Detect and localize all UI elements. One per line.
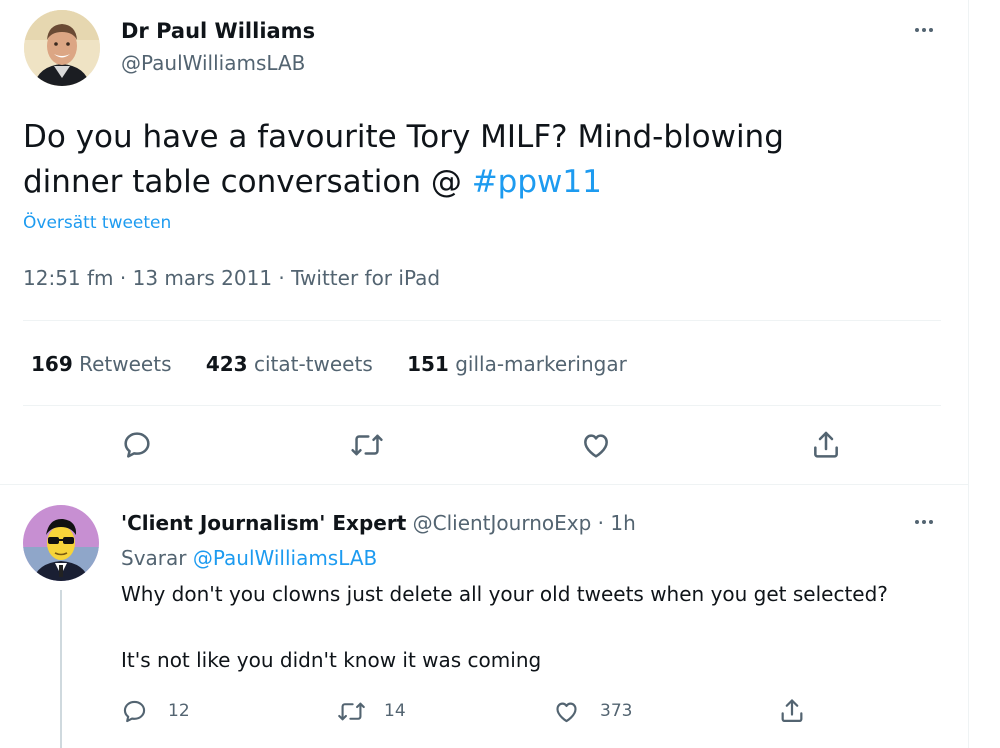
like-count: 373 <box>600 701 633 721</box>
reply-author-handle[interactable]: @ClientJournoExp <box>413 511 592 535</box>
replying-to: Svarar @PaulWilliamsLAB <box>121 544 377 572</box>
author-avatar[interactable] <box>24 10 100 86</box>
tweet-text-body: Do you have a favourite Tory MILF? Mind-… <box>23 119 784 200</box>
like-icon <box>556 702 577 722</box>
reply-author-name[interactable]: 'Client Journalism' Expert <box>121 511 406 535</box>
divider <box>0 484 968 485</box>
reply-text-line: It's not like you didn't know it was com… <box>121 648 542 672</box>
meta-separator: · <box>278 266 285 290</box>
more-icon[interactable] <box>915 520 933 524</box>
likes-count: 151 <box>407 352 449 376</box>
quotes-stat[interactable]: 423 citat-tweets <box>206 352 379 376</box>
reply-time[interactable]: 1h <box>610 511 635 535</box>
divider <box>23 405 941 406</box>
column-border <box>968 0 969 748</box>
replying-label: Svarar <box>121 546 187 570</box>
reply-text-line: Why don't you clowns just delete all you… <box>121 582 888 606</box>
reply-icon <box>123 700 146 722</box>
hashtag-link[interactable]: #ppw11 <box>472 164 602 200</box>
reply-like-button[interactable]: 373 <box>553 697 632 725</box>
retweet-button[interactable] <box>350 429 384 461</box>
quotes-label: citat-tweets <box>253 352 373 376</box>
retweet-icon <box>338 702 365 720</box>
reply-header: 'Client Journalism' Expert @ClientJourno… <box>121 509 636 537</box>
meta-separator: · <box>119 266 127 290</box>
tweet-meta: 12:51 fm · 13 mars 2011 · Twitter for iP… <box>23 264 440 292</box>
like-icon <box>584 434 608 458</box>
tweet-date[interactable]: 13 mars 2011 <box>133 266 272 290</box>
likes-stat[interactable]: 151 gilla-markeringar <box>407 352 627 376</box>
tweet-source[interactable]: Twitter for iPad <box>291 266 440 290</box>
share-button[interactable] <box>810 429 842 461</box>
reply-author-avatar[interactable] <box>23 505 99 581</box>
retweets-label: Retweets <box>79 352 172 376</box>
reply-button[interactable] <box>121 429 153 461</box>
retweets-count: 169 <box>31 352 73 376</box>
share-icon <box>814 431 838 458</box>
divider <box>23 320 941 321</box>
author-handle[interactable]: @PaulWilliamsLAB <box>121 49 305 77</box>
more-icon[interactable] <box>915 28 933 32</box>
retweet-icon <box>351 434 383 456</box>
quotes-count: 423 <box>205 352 248 376</box>
retweets-stat[interactable]: 169 Retweets <box>31 352 178 376</box>
share-icon <box>781 699 803 723</box>
translate-link[interactable]: Översätt tweeten <box>23 211 171 235</box>
reply-reply-button[interactable]: 12 <box>121 697 190 725</box>
reply-count: 12 <box>168 701 190 721</box>
reply-share-button[interactable] <box>778 697 806 725</box>
author-name[interactable]: Dr Paul Williams <box>121 16 315 46</box>
tweet-stats: 169 Retweets 423 citat-tweets 151 gilla-… <box>31 350 627 378</box>
tweet-text: Do you have a favourite Tory MILF? Mind-… <box>23 115 883 205</box>
retweet-count: 14 <box>384 701 406 721</box>
tweet-time[interactable]: 12:51 fm <box>23 266 114 290</box>
likes-label: gilla-markeringar <box>455 352 627 376</box>
reply-icon <box>124 432 150 458</box>
reply-retweet-button[interactable]: 14 <box>337 697 406 725</box>
thread-line <box>60 590 62 748</box>
like-button[interactable] <box>580 429 612 461</box>
reply-separator: · <box>597 511 605 535</box>
replying-to-handle[interactable]: @PaulWilliamsLAB <box>193 546 377 570</box>
